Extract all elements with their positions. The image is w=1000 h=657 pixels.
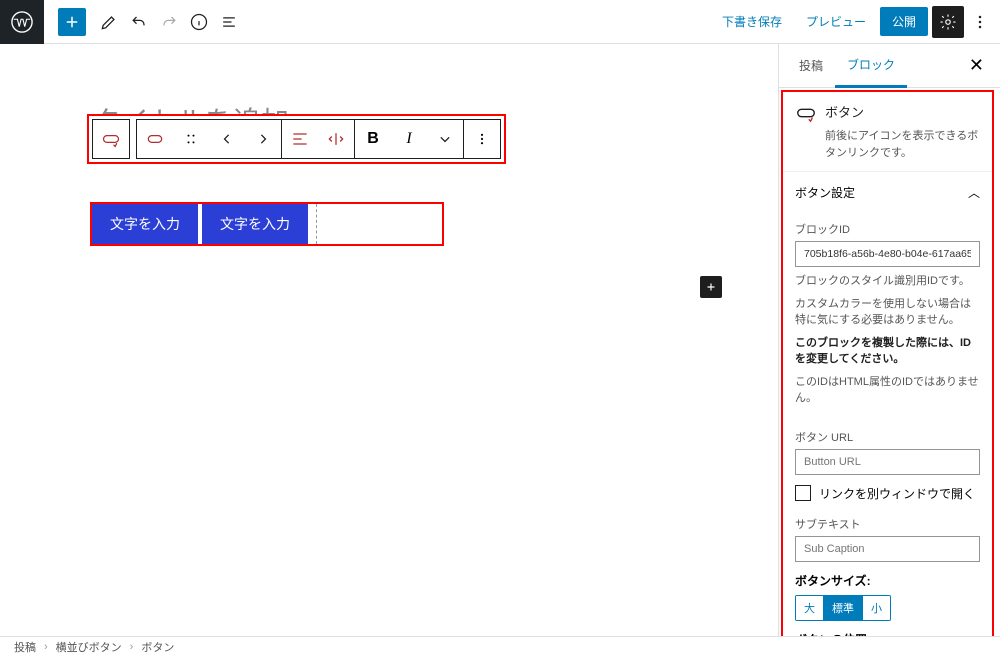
kebab-icon — [970, 12, 990, 32]
appender-divider — [316, 204, 317, 244]
block-more-button[interactable] — [464, 120, 500, 158]
gear-icon — [939, 13, 957, 31]
list-view-icon — [219, 12, 239, 32]
url-label: ボタン URL — [795, 429, 980, 445]
more-options-button[interactable] — [968, 12, 992, 32]
move-left-button[interactable] — [209, 120, 245, 158]
panel-body: ブロックID ブロックのスタイル識別用IDです。 カスタムカラーを使用しない場合… — [783, 221, 992, 636]
crumb-post[interactable]: 投稿 — [14, 639, 36, 655]
align-icon — [290, 129, 310, 149]
block-id-label: ブロックID — [795, 221, 980, 237]
settings-sidebar: 投稿 ブロック ✕ ボタン 前後にアイコンを表示できるボタンリンクです。 ボタン… — [778, 44, 1000, 636]
size-small[interactable]: 小 — [863, 596, 890, 620]
editor-canvas[interactable]: タイトルを追加 B I — [0, 44, 778, 636]
sidebar-close-button[interactable]: ✕ — [961, 51, 992, 80]
italic-button[interactable]: I — [391, 120, 427, 158]
preview-button[interactable]: プレビュー — [796, 7, 876, 36]
panel-button-settings[interactable]: ボタン設定 ︿ — [783, 171, 992, 213]
new-window-label: リンクを別ウィンドウで開く — [819, 485, 975, 502]
drag-handle[interactable] — [173, 120, 209, 158]
kebab-icon — [472, 129, 492, 149]
block-card-title: ボタン — [825, 102, 864, 121]
top-toolbar-left — [0, 0, 244, 43]
undo-icon — [129, 12, 149, 32]
size-standard[interactable]: 標準 — [824, 596, 863, 620]
sidebar-body: ボタン 前後にアイコンを表示できるボタンリンクです。 ボタン設定 ︿ ブロックI… — [781, 90, 994, 636]
help-text-4: このIDはHTML属性のIDではありません。 — [795, 374, 980, 407]
new-window-checkbox[interactable] — [795, 485, 811, 501]
block-toolbar: B I — [87, 114, 506, 164]
button-url-input[interactable] — [795, 449, 980, 475]
publish-button[interactable]: 公開 — [880, 7, 928, 36]
button-1[interactable]: 文字を入力 — [92, 204, 198, 244]
size-large[interactable]: 大 — [796, 596, 824, 620]
size-button-group: 大 標準 小 — [795, 595, 891, 621]
drag-icon — [181, 129, 201, 149]
sidebar-tabs: 投稿 ブロック ✕ — [779, 44, 1000, 88]
edit-tool[interactable] — [94, 7, 124, 37]
redo-icon — [159, 12, 179, 32]
buttons-block[interactable]: 文字を入力 文字を入力 — [90, 202, 444, 246]
top-toolbar: 下書き保存 プレビュー 公開 — [0, 0, 1000, 44]
size-label: ボタンサイズ: — [795, 572, 980, 589]
button-block-icon — [795, 102, 817, 124]
plus-icon — [704, 280, 718, 294]
help-text-1: ブロックのスタイル識別用IDです。 — [795, 273, 980, 290]
block-card: ボタン — [783, 92, 992, 128]
button-2[interactable]: 文字を入力 — [202, 204, 308, 244]
undo-button[interactable] — [124, 7, 154, 37]
button-block-icon — [101, 129, 121, 149]
main-area: タイトルを追加 B I — [0, 44, 1000, 636]
help-text-3: このブロックを複製した際には、IDを変更してください。 — [795, 335, 980, 368]
width-button[interactable] — [318, 120, 354, 158]
subtext-label: サブテキスト — [795, 516, 980, 532]
help-text-2: カスタムカラーを使用しない場合は特に気にする必要はありません。 — [795, 296, 980, 329]
chevron-left-icon — [217, 129, 237, 149]
save-draft-button[interactable]: 下書き保存 — [712, 7, 792, 36]
breadcrumb-separator: › — [130, 641, 134, 653]
settings-button[interactable] — [932, 6, 964, 38]
block-appender-button[interactable] — [700, 276, 722, 298]
transform-icon — [145, 129, 165, 149]
align-button[interactable] — [282, 120, 318, 158]
tab-block[interactable]: ブロック — [835, 44, 907, 88]
wordpress-icon — [11, 11, 33, 33]
tab-post[interactable]: 投稿 — [787, 45, 835, 86]
move-right-button[interactable] — [245, 120, 281, 158]
panel-title: ボタン設定 — [795, 184, 855, 201]
outline-button[interactable] — [214, 7, 244, 37]
chevron-up-icon: ︿ — [968, 184, 980, 201]
block-card-description: 前後にアイコンを表示できるボタンリンクです。 — [783, 128, 992, 171]
width-icon — [326, 129, 346, 149]
subtext-input[interactable] — [795, 536, 980, 562]
new-window-row[interactable]: リンクを別ウィンドウで開く — [795, 485, 980, 502]
wordpress-logo[interactable] — [0, 0, 44, 44]
chevron-down-icon — [435, 129, 455, 149]
bold-button[interactable]: B — [355, 120, 391, 158]
info-button[interactable] — [184, 7, 214, 37]
block-breadcrumb: 投稿 › 横並びボタン › ボタン — [0, 636, 1000, 657]
transform-button[interactable] — [137, 120, 173, 158]
breadcrumb-separator: › — [44, 641, 48, 653]
plus-icon — [63, 13, 81, 31]
crumb-button[interactable]: ボタン — [141, 639, 174, 655]
redo-button[interactable] — [154, 7, 184, 37]
block-type-button[interactable] — [93, 120, 129, 158]
crumb-buttons-row[interactable]: 横並びボタン — [56, 639, 122, 655]
add-block-button[interactable] — [58, 8, 86, 36]
block-id-input[interactable] — [795, 241, 980, 267]
more-rich-text-button[interactable] — [427, 120, 463, 158]
pencil-icon — [99, 12, 119, 32]
top-toolbar-right: 下書き保存 プレビュー 公開 — [712, 6, 1000, 38]
chevron-right-icon — [253, 129, 273, 149]
info-icon — [189, 12, 209, 32]
